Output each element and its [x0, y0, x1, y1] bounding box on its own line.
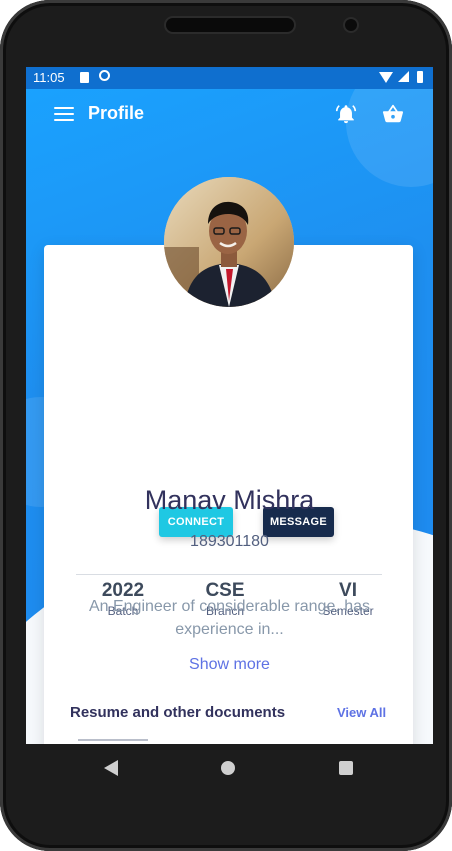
- bell-icon[interactable]: [335, 103, 357, 125]
- wifi-icon: [379, 72, 393, 83]
- roll-number: 189301180: [190, 533, 269, 550]
- page-title: Profile: [88, 103, 145, 123]
- show-more-link[interactable]: Show more: [26, 656, 433, 674]
- view-all-link[interactable]: View All: [337, 705, 386, 720]
- avatar[interactable]: [164, 177, 294, 307]
- status-time: 11:05: [33, 70, 65, 85]
- home-icon[interactable]: [221, 761, 235, 775]
- app-bar: Profile: [26, 89, 433, 139]
- phone-frame: 11:05 Profile CONNECT MESSAGE 2022 Batch…: [0, 0, 452, 851]
- document-preview[interactable]: [78, 739, 148, 741]
- status-bar: 11:05: [26, 67, 433, 89]
- signal-icon: [398, 71, 409, 82]
- battery-icon: [417, 71, 423, 83]
- speaker-grille: [166, 18, 294, 32]
- system-nav-bar: [26, 744, 433, 794]
- recent-apps-icon[interactable]: [339, 761, 353, 775]
- front-camera: [345, 19, 357, 31]
- avatar-photo: [164, 177, 294, 307]
- data-saver-icon: [99, 70, 110, 81]
- documents-section-title: Resume and other documents: [70, 704, 286, 721]
- back-icon[interactable]: [104, 760, 118, 776]
- profile-name: Manav Mishra: [144, 485, 315, 515]
- sim-icon: [80, 72, 89, 83]
- profile-bio: An Engineer of considerable range, has e…: [88, 598, 371, 638]
- screen: 11:05 Profile CONNECT MESSAGE 2022 Batch…: [26, 67, 433, 744]
- basket-icon[interactable]: [382, 103, 404, 125]
- menu-icon[interactable]: [54, 107, 74, 121]
- divider: [76, 574, 382, 575]
